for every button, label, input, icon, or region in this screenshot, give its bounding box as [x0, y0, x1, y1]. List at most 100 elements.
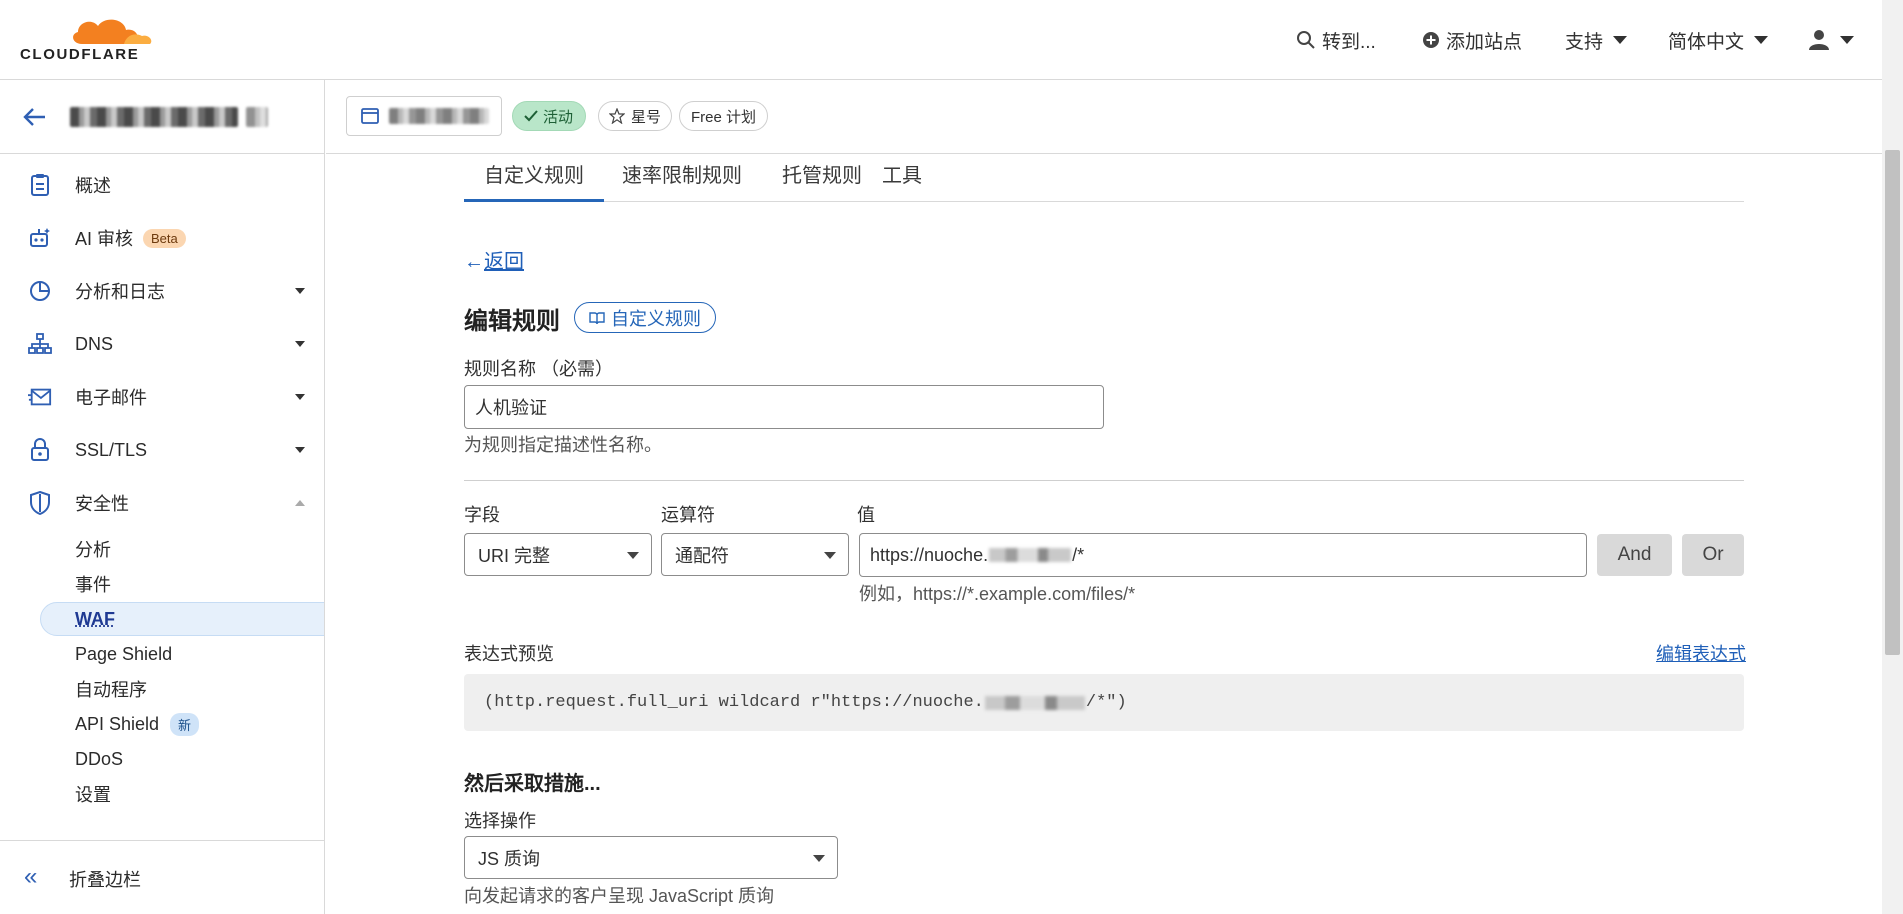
page-scrollbar[interactable] — [1882, 0, 1903, 914]
plan-label: Free 计划 — [691, 108, 757, 126]
sidebar-item-ssl-tls[interactable]: SSL/TLS — [0, 430, 324, 470]
cloudflare-logo[interactable]: CLOUDFLARE — [20, 14, 154, 63]
lock-icon — [28, 438, 52, 462]
sidebar-subitem-waf[interactable]: WAF — [40, 602, 324, 636]
operator-select-value: 通配符 — [675, 545, 729, 566]
support-label: 支持 — [1565, 31, 1604, 53]
edit-expression-link[interactable]: 编辑表达式 — [1656, 640, 1746, 666]
rule-name-input[interactable]: 人机验证 — [464, 385, 1104, 429]
sidebar: 概述 AI 审核 Beta 分析和日志 DNS 电子邮件 SSL/TLS 安全性… — [0, 80, 325, 914]
sidebar-item-ai-audit[interactable]: AI 审核 Beta — [0, 218, 324, 258]
goto-button[interactable]: 转到... — [1296, 26, 1376, 54]
docs-link-button[interactable]: 自定义规则 — [574, 302, 716, 333]
sidebar-item-analytics-logs[interactable]: 分析和日志 — [0, 271, 324, 311]
beta-badge: Beta — [143, 228, 186, 248]
and-button[interactable]: And — [1597, 534, 1672, 576]
divider — [464, 480, 1744, 481]
scrollbar-thumb[interactable] — [1885, 150, 1900, 655]
checkmark-icon — [524, 110, 538, 122]
language-label: 简体中文 — [1668, 31, 1745, 53]
sidebar-subitem-ddos[interactable]: DDoS — [0, 742, 324, 776]
action-select[interactable]: JS 质询 — [464, 836, 838, 879]
sidebar-subitem-label: 设置 — [75, 785, 111, 805]
value-redacted — [989, 548, 1072, 562]
star-button[interactable]: 星号 — [598, 101, 673, 131]
rule-name-hint: 为规则指定描述性名称。 — [464, 435, 662, 455]
sidebar-subitem-label: Page Shield — [75, 643, 173, 664]
chevron-up-icon — [295, 500, 305, 506]
sidebar-subitem-label: 分析 — [75, 540, 111, 560]
sidebar-item-dns[interactable]: DNS — [0, 324, 324, 364]
back-arrow-icon[interactable] — [22, 105, 48, 129]
choose-action-label: 选择操作 — [464, 811, 536, 831]
double-chevron-left-icon: « — [24, 863, 38, 890]
sidebar-subitem-bots[interactable]: 自动程序 — [0, 672, 324, 706]
email-icon — [28, 385, 52, 409]
field-select[interactable]: URI 完整 — [464, 533, 652, 576]
operator-select[interactable]: 通配符 — [661, 533, 849, 576]
add-site-label: 添加站点 — [1446, 31, 1523, 53]
chevron-down-icon — [295, 447, 305, 453]
value-label: 值 — [857, 505, 875, 525]
cloud-icon — [73, 19, 152, 44]
sidebar-subitem-label: API Shield — [75, 713, 160, 734]
expression-redacted — [984, 695, 1085, 710]
sidebar-subitem-settings[interactable]: 设置 — [0, 777, 324, 811]
chevron-down-icon — [627, 552, 639, 559]
chevron-down-icon — [295, 288, 305, 294]
sidebar-item-security[interactable]: 安全性 — [0, 483, 324, 523]
sidebar-item-label: AI 审核 — [75, 229, 134, 249]
user-menu[interactable] — [1808, 26, 1854, 54]
value-input[interactable]: https://nuoche. /* — [859, 533, 1587, 577]
arrow-left-icon: ← — [464, 251, 484, 273]
waf-tabs: 自定义规则 速率限制规则 托管规则 工具 — [464, 155, 1744, 202]
new-badge: 新 — [170, 712, 200, 736]
back-link[interactable]: ←返回 — [464, 245, 524, 274]
plus-circle-icon — [1423, 32, 1439, 48]
then-action-heading: 然后采取措施... — [464, 773, 601, 795]
book-icon — [589, 311, 605, 324]
chevron-down-icon — [824, 552, 836, 559]
user-icon — [1809, 30, 1829, 50]
chevron-down-icon — [1613, 36, 1628, 44]
tab-tools[interactable]: 工具 — [862, 155, 942, 202]
expression-preview: (http.request.full_uri wildcard r"https:… — [464, 674, 1744, 731]
top-bar: CLOUDFLARE 转到... 添加站点 支持 简体中文 — [0, 0, 1882, 80]
page-title: 编辑规则 — [464, 308, 560, 335]
account-row — [0, 80, 324, 154]
sidebar-subitem-page-shield[interactable]: Page Shield — [0, 637, 324, 671]
add-site-button[interactable]: 添加站点 — [1422, 26, 1522, 54]
support-menu[interactable]: 支持 — [1565, 26, 1628, 54]
sidebar-subitem-label: WAF — [75, 608, 115, 629]
sidebar-subitem-label: 自动程序 — [75, 680, 147, 700]
value-prefix: https://nuoche. — [870, 544, 989, 565]
sidebar-item-label: SSL/TLS — [75, 439, 148, 460]
chevron-down-icon — [1754, 36, 1769, 44]
tab-rate-limiting-rules[interactable]: 速率限制规则 — [602, 155, 762, 202]
sidebar-subitem-analytics[interactable]: 分析 — [0, 532, 324, 566]
sidebar-subitem-label: DDoS — [75, 748, 124, 769]
network-icon — [28, 332, 52, 356]
pie-chart-icon — [28, 279, 52, 303]
value-hint: 例如，https://*.example.com/files/* — [859, 584, 1136, 604]
collapse-sidebar-button[interactable]: « 折叠边栏 — [0, 840, 324, 914]
status-label: 活动 — [543, 108, 574, 126]
back-link-label: 返回 — [484, 251, 524, 273]
sidebar-subitem-events[interactable]: 事件 — [0, 567, 324, 601]
rule-name-value: 人机验证 — [475, 398, 547, 418]
sidebar-subitem-api-shield[interactable]: API Shield 新 — [0, 707, 324, 741]
language-menu[interactable]: 简体中文 — [1668, 26, 1769, 54]
sidebar-item-label: 电子邮件 — [75, 388, 147, 408]
sidebar-item-overview[interactable]: 概述 — [0, 165, 324, 205]
shield-icon — [28, 491, 52, 515]
action-select-value: JS 质询 — [478, 848, 541, 869]
or-button[interactable]: Or — [1682, 534, 1744, 576]
main-content: 自定义规则 速率限制规则 托管规则 工具 ←返回 编辑规则 自定义规则 规则名称… — [326, 155, 1882, 914]
star-label: 星号 — [631, 108, 662, 126]
robot-icon — [28, 226, 52, 250]
tab-custom-rules[interactable]: 自定义规则 — [464, 155, 604, 202]
zone-selector[interactable] — [346, 96, 502, 136]
sidebar-item-email[interactable]: 电子邮件 — [0, 377, 324, 417]
field-select-value: URI 完整 — [478, 545, 550, 566]
account-name-redacted — [70, 107, 270, 127]
